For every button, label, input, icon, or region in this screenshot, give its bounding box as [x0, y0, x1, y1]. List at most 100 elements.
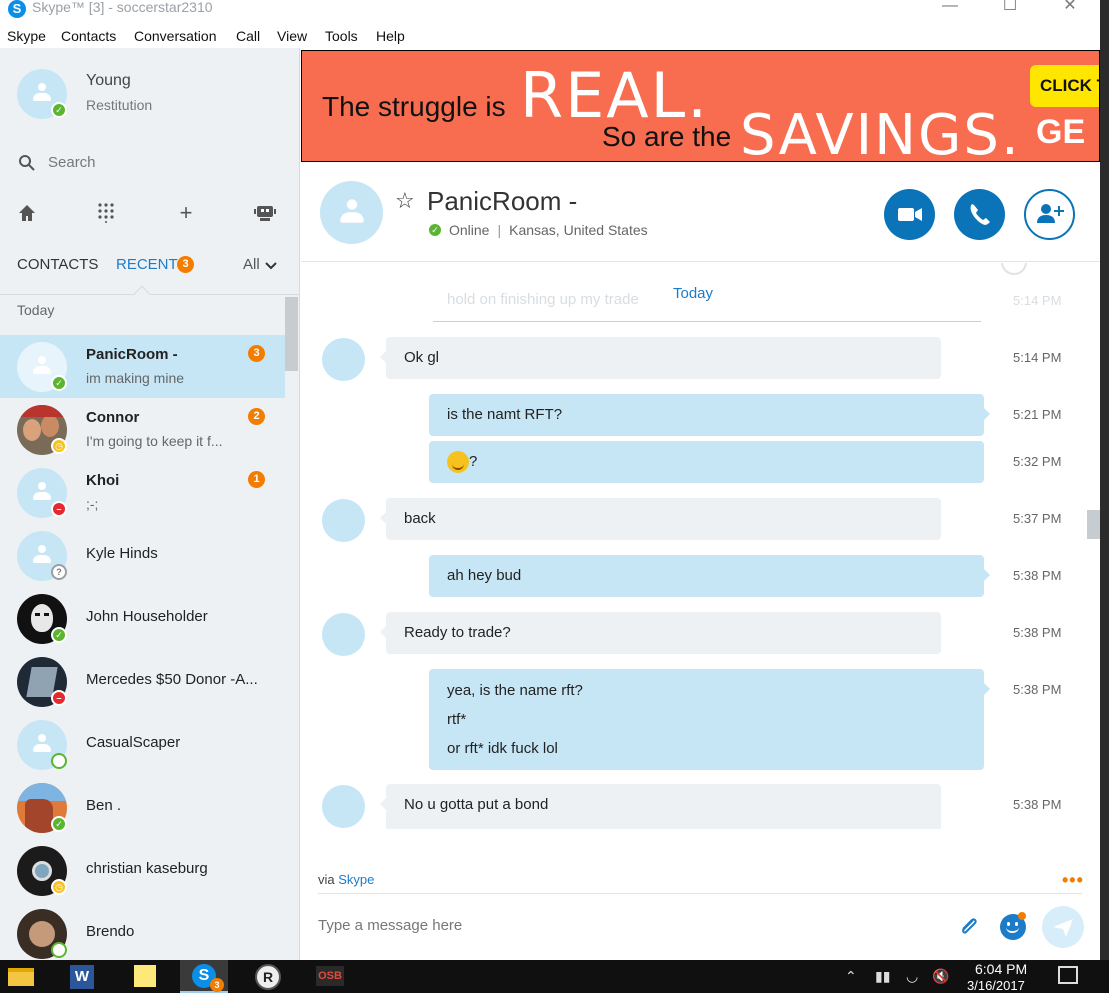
close-icon[interactable]: ✕ [1050, 0, 1090, 14]
message-bubble-outgoing[interactable]: yea, is the name rft? rtf* or rft* idk f… [429, 669, 990, 770]
attachment-icon[interactable] [956, 914, 982, 940]
osbuddy-icon[interactable]: OSB [306, 960, 354, 993]
profile-status-online-icon[interactable]: ✓ [51, 102, 67, 118]
contact-name: Ben . [86, 797, 122, 814]
contact-item-christian-kaseburg[interactable]: ◷ christian kaseburg [0, 839, 285, 902]
message-bubble-outgoing[interactable]: ? [429, 441, 984, 483]
tongue-out-emoji-icon [447, 451, 469, 473]
contact-item-john-householder[interactable]: ✓ John Householder [0, 587, 285, 650]
emoticon-icon[interactable] [1000, 912, 1026, 940]
skype-window: S Skype™ [3] - soccerstar2310 — ☐ ✕ Skyp… [0, 0, 1109, 993]
dialpad-icon[interactable] [93, 200, 119, 226]
tab-recent[interactable]: RECENT [116, 256, 178, 273]
window-title: Skype™ [3] - soccerstar2310 [32, 0, 213, 15]
ad-text-trail: GE [1036, 113, 1086, 151]
conversation-name[interactable]: PanicRoom - [427, 186, 577, 217]
date-separator: Today [673, 285, 714, 302]
message-text: Ready to trade? [404, 624, 511, 641]
home-icon[interactable] [14, 200, 40, 226]
profile-mood[interactable]: Restitution [86, 97, 152, 113]
menu-tools[interactable]: Tools [325, 28, 358, 44]
via-text: via [318, 872, 335, 887]
battery-icon[interactable]: ▮▮ [875, 968, 890, 985]
show-hidden-icons-icon[interactable]: ⌃ [845, 968, 857, 985]
message-bubble-incoming[interactable]: No u gotta put a bond [380, 784, 941, 829]
contact-name: John Householder [86, 608, 208, 625]
runescape-icon[interactable]: R [245, 960, 293, 993]
sidebar-scrollbar[interactable] [285, 297, 298, 371]
menu-conversation[interactable]: Conversation [134, 28, 217, 44]
maximize-icon[interactable]: ☐ [990, 0, 1030, 14]
messages-scrollbar[interactable] [1087, 510, 1100, 539]
favorite-star-icon[interactable]: ☆ [395, 188, 415, 214]
message-bubble-outgoing[interactable]: ah hey bud [429, 555, 990, 597]
phone-icon [970, 204, 990, 225]
message-avatar[interactable] [322, 338, 365, 381]
message-avatar[interactable] [322, 499, 365, 542]
message-text: ah hey bud [447, 567, 522, 584]
message-time: 5:38 PM [1013, 625, 1062, 640]
contact-item-ben[interactable]: ✓ Ben . [0, 776, 285, 839]
message-bubble-outgoing[interactable]: is the namt RFT? [429, 394, 990, 436]
via-skype-link[interactable]: Skype [338, 872, 374, 887]
contact-item-brendo[interactable]: Brendo [0, 902, 285, 965]
message-avatar[interactable] [322, 613, 365, 656]
contact-item-casualscaper[interactable]: CasualScaper [0, 713, 285, 776]
status-offline-icon [51, 753, 67, 769]
ad-cta-button[interactable]: CLICK T [1030, 65, 1099, 107]
contact-item-khoi[interactable]: – Khoi ;-; 1 [0, 461, 285, 524]
minimize-icon[interactable]: — [930, 0, 970, 14]
clock-time[interactable]: 6:04 PM [975, 961, 1027, 977]
contact-name: Connor [86, 409, 140, 426]
menu-contacts[interactable]: Contacts [61, 28, 116, 44]
menu-call[interactable]: Call [236, 28, 260, 44]
conversation-status-text: Online [449, 222, 490, 238]
message-avatar[interactable] [322, 785, 365, 828]
more-options-icon[interactable]: ••• [1062, 870, 1084, 891]
add-people-button[interactable] [1024, 189, 1075, 240]
status-away-icon: ◷ [51, 879, 67, 895]
message-time: 5:21 PM [1013, 407, 1062, 422]
audio-call-button[interactable] [954, 189, 1005, 240]
contact-item-mercedes[interactable]: – Mercedes $50 Donor -A... [0, 650, 285, 713]
message-input[interactable] [318, 914, 918, 936]
tab-contacts[interactable]: CONTACTS [17, 256, 98, 273]
search-box[interactable]: Search [16, 152, 286, 174]
search-icon [19, 155, 35, 171]
via-label: via Skype [318, 872, 374, 887]
message-list[interactable]: hold on finishing up my trade 5:14 PM To… [301, 263, 1100, 829]
add-icon[interactable]: + [173, 200, 199, 226]
message-time: 5:38 PM [1013, 568, 1062, 583]
file-explorer-icon[interactable] [0, 960, 48, 993]
clock-date[interactable]: 3/16/2017 [967, 978, 1025, 993]
menu-help[interactable]: Help [376, 28, 405, 44]
status-away-icon: ◷ [51, 438, 67, 454]
menu-view[interactable]: View [277, 28, 307, 44]
contact-item-connor[interactable]: ◷ Connor I'm going to keep it f... 2 [0, 398, 285, 461]
contact-name: christian kaseburg [86, 860, 208, 877]
notifications-icon[interactable] [1058, 966, 1078, 984]
conversation-status: ✓ Online | Kansas, United States [427, 222, 648, 238]
skype-taskbar-icon[interactable]: S 3 [180, 960, 228, 993]
message-bubble-incoming[interactable]: back [380, 498, 941, 540]
wifi-icon[interactable]: ◡ [906, 968, 918, 985]
volume-muted-icon[interactable]: 🔇 [932, 968, 949, 985]
word-icon[interactable]: W [60, 960, 108, 993]
profile-name[interactable]: Young [86, 72, 131, 90]
filter-dropdown[interactable]: All [243, 256, 260, 273]
video-call-button[interactable] [884, 189, 935, 240]
menu-skype[interactable]: Skype [7, 28, 46, 44]
unread-badge: 1 [248, 471, 265, 488]
contact-item-panicroom[interactable]: ✓ PanicRoom - im making mine 3 [0, 335, 285, 398]
contact-item-kyle-hinds[interactable]: ? Kyle Hinds [0, 524, 285, 587]
chevron-down-icon[interactable] [265, 262, 277, 270]
ad-banner[interactable]: The struggle is REAL. So are the SAVINGS… [301, 50, 1100, 162]
conversation-avatar[interactable] [320, 181, 383, 244]
message-bubble-incoming[interactable]: Ok gl [380, 337, 941, 379]
sticky-notes-icon[interactable] [120, 960, 168, 993]
send-button[interactable] [1042, 906, 1084, 948]
tab-indicator [133, 285, 151, 303]
message-bubble-incoming[interactable]: Ready to trade? [380, 612, 941, 654]
bot-icon[interactable] [252, 200, 278, 226]
title-bar: S Skype™ [3] - soccerstar2310 — ☐ ✕ [0, 0, 1100, 26]
